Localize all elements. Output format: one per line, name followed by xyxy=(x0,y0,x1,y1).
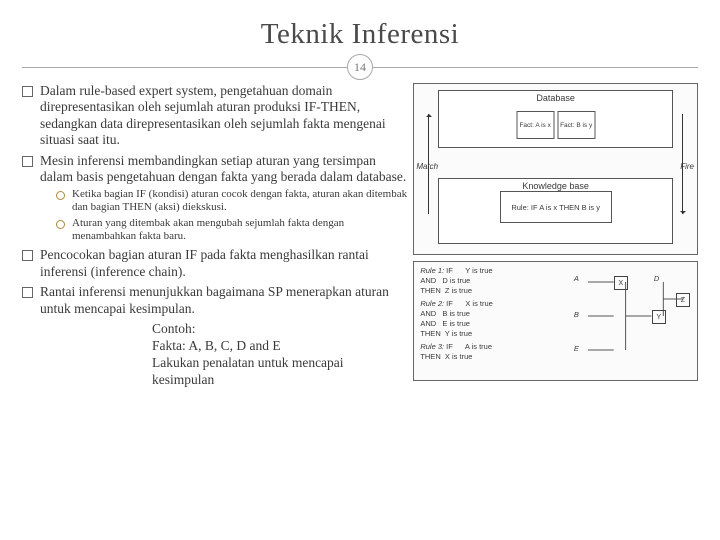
diagram-inference-chain: Rule 1: IF Y is true AND D is true THEN … xyxy=(413,261,698,381)
match-label: Match xyxy=(416,162,438,171)
slide-number-badge: 14 xyxy=(347,54,373,80)
diagram-inference-cycle: Database Fact: A is x Fact: B is y Knowl… xyxy=(413,83,698,255)
fact-card: Fact: A is x xyxy=(516,111,554,139)
bullet: Mesin inferensi membandingkan setiap atu… xyxy=(22,153,407,244)
bullet: Rantai inferensi menunjukkan bagaimana S… xyxy=(22,284,407,317)
body-text: Dalam rule-based expert system, pengetah… xyxy=(22,83,407,389)
fact-card: Fact: B is y xyxy=(557,111,595,139)
sub-bullet: Ketika bagian IF (kondisi) aturan cocok … xyxy=(56,188,407,215)
bullet: Pencocokan bagian aturan IF pada fakta m… xyxy=(22,247,407,280)
example-block: Contoh: Fakta: A, B, C, D and E Lakukan … xyxy=(152,321,407,389)
slide-title: Teknik Inferensi xyxy=(22,18,698,51)
divider: 14 xyxy=(22,55,698,79)
rule-card: Rule: IF A is x THEN B is y xyxy=(500,191,612,223)
bullet: Dalam rule-based expert system, pengetah… xyxy=(22,83,407,149)
sub-bullet: Aturan yang ditembak akan mengubah sejum… xyxy=(56,217,407,244)
fire-label: Fire xyxy=(680,162,694,171)
